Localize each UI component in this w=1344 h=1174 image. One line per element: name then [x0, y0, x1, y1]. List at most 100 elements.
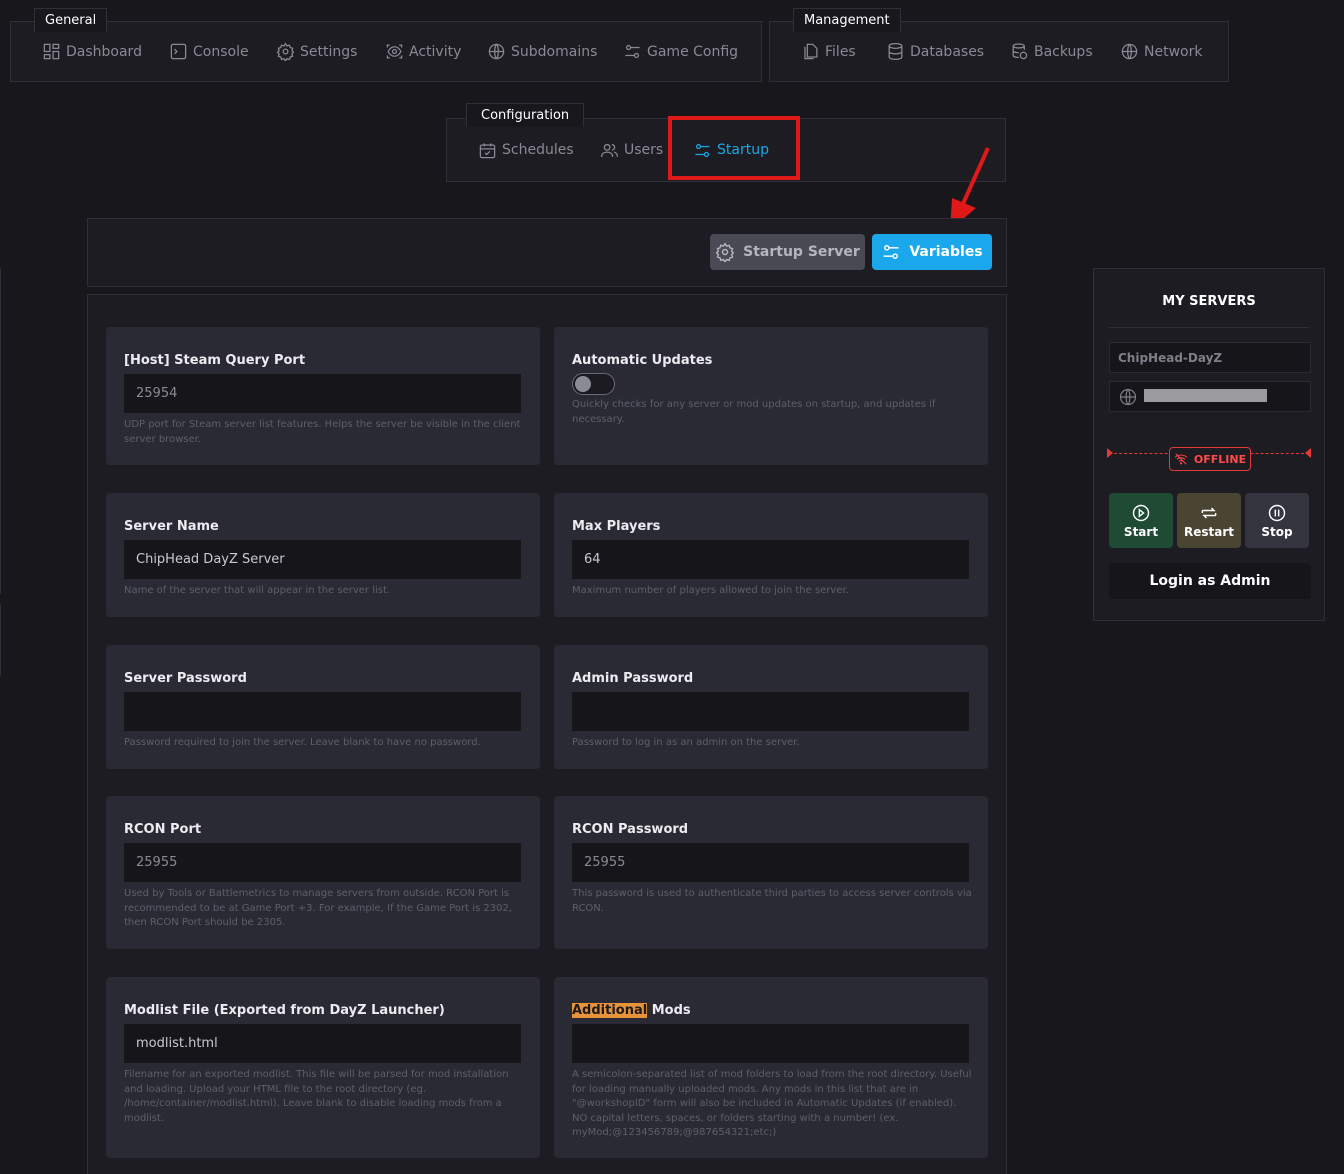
nav-group-general: General Dashboard Console Settings Activ…: [10, 8, 762, 82]
start-button[interactable]: Start: [1109, 493, 1173, 548]
automatic-updates-toggle[interactable]: [572, 373, 615, 395]
annotation-highlight-box: [668, 116, 800, 180]
variable-label: Modlist File (Exported from DayZ Launche…: [124, 1003, 445, 1018]
variable-label: Server Name: [124, 519, 219, 534]
nav-item-users[interactable]: Users: [599, 140, 663, 160]
stop-button[interactable]: Stop: [1245, 493, 1309, 548]
login-as-admin-button[interactable]: Login as Admin: [1109, 563, 1311, 599]
startup-toolbar: Startup Server Variables: [87, 218, 1007, 287]
variable-label: Automatic Updates: [572, 353, 713, 368]
startup-server-label: Startup Server: [743, 244, 860, 260]
nav-item-activity[interactable]: Activity: [384, 42, 461, 62]
variable-card-steam-query-port: [Host] Steam Query Port 25954 UDP port f…: [106, 327, 540, 465]
nav-item-console[interactable]: Console: [168, 42, 249, 62]
variable-card-server-password: Server Password Password required to joi…: [106, 645, 540, 769]
variable-help: Quickly checks for any server or mod upd…: [572, 399, 936, 425]
sliders-icon: [883, 245, 899, 259]
startup-server-button[interactable]: Startup Server: [710, 234, 865, 270]
additional-mods-input[interactable]: [572, 1024, 969, 1063]
status-arrow-left: [1107, 448, 1113, 458]
modlist-file-input[interactable]: modlist.html: [124, 1024, 521, 1063]
steam-query-port-input[interactable]: 25954: [124, 374, 521, 413]
files-icon: [800, 42, 820, 62]
dashboard-icon: [41, 42, 61, 62]
variable-label: Max Players: [572, 519, 661, 534]
gear-icon: [715, 242, 735, 262]
variable-help: Filename for an exported modlist. This f…: [124, 1069, 509, 1124]
variables-button[interactable]: Variables: [872, 234, 992, 270]
status-arrow-right: [1305, 448, 1311, 458]
nav-item-network[interactable]: Network: [1119, 42, 1202, 62]
variable-help: Used by Tools or Battlemetrics to manage…: [124, 888, 513, 928]
wifi-off-icon: [1174, 453, 1188, 465]
variable-card-additional-mods: Additional Mods A semicolon-separated li…: [554, 977, 988, 1158]
variable-label: Admin Password: [572, 671, 694, 686]
rcon-port-input[interactable]: 25955: [124, 843, 521, 882]
calendar-icon: [477, 140, 497, 160]
nav-legend-configuration: Configuration: [466, 103, 585, 127]
nav-item-game-config[interactable]: Game Config: [622, 42, 738, 62]
server-address-field[interactable]: [1109, 381, 1311, 412]
restart-button[interactable]: Restart: [1177, 493, 1241, 548]
nav-item-files[interactable]: Files: [800, 42, 856, 62]
variable-label: RCON Password: [572, 822, 689, 837]
variable-label: Server Password: [124, 671, 247, 686]
variable-card-automatic-updates: Automatic Updates Quickly checks for any…: [554, 327, 988, 465]
variable-help: Maximum number of players allowed to joi…: [572, 585, 849, 596]
search-highlight: Additional: [572, 1003, 648, 1018]
nav-legend-general: General: [34, 8, 108, 32]
nav-item-settings[interactable]: Settings: [275, 42, 357, 62]
admin-password-input[interactable]: [572, 692, 969, 731]
variable-label: [Host] Steam Query Port: [124, 353, 306, 368]
nav-item-label: Network: [1144, 43, 1203, 60]
nav-item-label: Users: [624, 142, 664, 158]
status-badge: OFFLINE: [1169, 447, 1251, 471]
database-icon: [885, 42, 905, 62]
nav-group-management: Management Files Databases Backups Netwo…: [769, 8, 1229, 82]
nav-item-label: Console: [193, 43, 249, 60]
nav-legend-management: Management: [793, 8, 901, 32]
pause-icon: [1268, 504, 1286, 521]
nav-item-backups[interactable]: Backups: [1009, 42, 1093, 62]
nav-item-databases[interactable]: Databases: [885, 42, 984, 62]
nav-item-label: Game Config: [647, 43, 739, 60]
eye-icon: [384, 42, 404, 62]
left-edge-line: [0, 268, 1, 594]
nav-item-dashboard[interactable]: Dashboard: [41, 42, 142, 62]
divider: [1109, 327, 1309, 328]
variable-card-admin-password: Admin Password Password to log in as an …: [554, 645, 988, 769]
restart-icon: [1201, 506, 1217, 519]
nav-item-subdomains[interactable]: Subdomains: [486, 42, 597, 62]
variable-label-rest: Mods: [647, 1003, 691, 1018]
variable-help: UDP port for Steam server list features.…: [124, 419, 521, 445]
nav-item-label: Subdomains: [511, 43, 598, 60]
redacted-address: [1144, 389, 1267, 402]
my-servers-panel: MY SERVERS ChipHead-DayZ OFFLINE Start R…: [1093, 268, 1325, 621]
variable-help: This password is used to authenticate th…: [572, 888, 972, 914]
rcon-password-input[interactable]: 25955: [572, 843, 969, 882]
server-password-input[interactable]: [124, 692, 521, 731]
max-players-input[interactable]: 64: [572, 540, 969, 579]
sliders-icon: [622, 42, 642, 62]
globe-icon: [1119, 388, 1137, 405]
backup-icon: [1009, 42, 1029, 62]
terminal-icon: [168, 42, 188, 62]
status-text: OFFLINE: [1193, 452, 1247, 466]
start-label: Start: [1123, 524, 1159, 539]
variable-card-rcon-password: RCON Password 25955 This password is use…: [554, 796, 988, 949]
server-name-input[interactable]: ChipHead DayZ Server: [124, 540, 521, 579]
variable-label: Additional Mods: [572, 1003, 691, 1018]
toggle-knob: [575, 376, 591, 392]
variable-help: Password required to join the server. Le…: [124, 737, 481, 748]
variable-help: Password to log in as an admin on the se…: [572, 737, 800, 748]
nav-item-schedules[interactable]: Schedules: [477, 140, 574, 160]
nav-item-label: Dashboard: [66, 43, 142, 60]
variables-form: [Host] Steam Query Port 25954 UDP port f…: [87, 294, 1007, 1174]
users-icon: [599, 140, 619, 160]
my-servers-title: MY SERVERS: [1162, 294, 1256, 309]
gear-icon: [275, 42, 295, 62]
server-name-field[interactable]: ChipHead-DayZ: [1109, 342, 1311, 373]
nav-item-label: Settings: [300, 43, 358, 60]
variable-card-max-players: Max Players 64 Maximum number of players…: [554, 493, 988, 617]
globe-icon: [486, 42, 506, 62]
